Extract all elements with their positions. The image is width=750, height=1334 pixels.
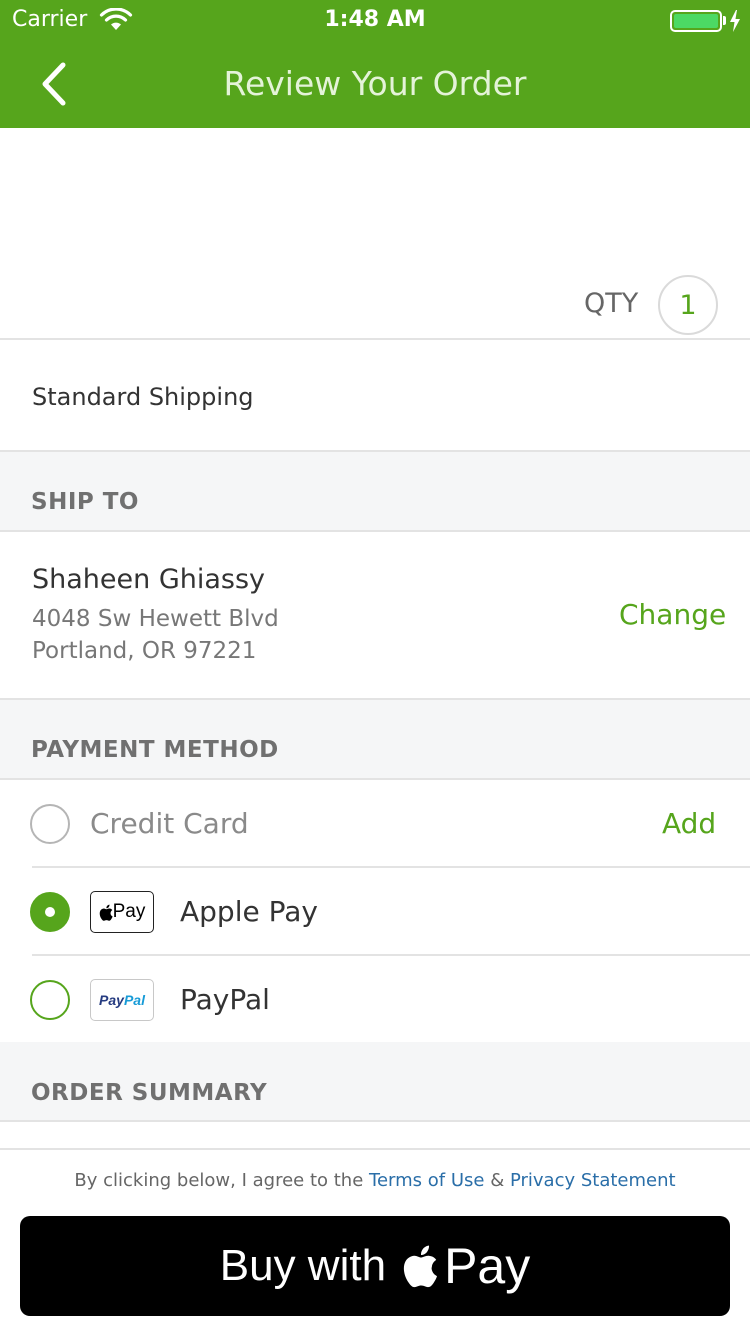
privacy-statement-link[interactable]: Privacy Statement [510, 1170, 676, 1191]
payment-method-header: PAYMENT METHOD [0, 700, 750, 780]
paypal-radio[interactable] [30, 980, 70, 1020]
battery-nub [723, 16, 726, 25]
address-line-2: Portland, OR 97221 [32, 638, 257, 664]
paypal-logo-text: PayPal [99, 992, 145, 1008]
paypal-logo: PayPal [90, 979, 154, 1021]
checkout-footer: By clicking below, I agree to the Terms … [0, 1148, 750, 1334]
apple-pay-logo-text: Pay [112, 901, 146, 922]
qty-value: 1 [679, 289, 697, 321]
address-line-1: 4048 Sw Hewett Blvd [32, 606, 279, 632]
nav-bar: Review Your Order [0, 40, 750, 128]
payment-option-paypal[interactable]: PayPal PayPal [0, 956, 750, 1044]
apple-pay-label: Apple Pay [180, 895, 318, 928]
payment-method-title: PAYMENT METHOD [31, 737, 279, 763]
buy-pay-label: Pay [444, 1238, 531, 1294]
shipping-method-row[interactable]: Standard Shipping [0, 340, 750, 452]
header-bar: Carrier 1:48 AM Review Your Order [0, 0, 750, 128]
ship-to-title: SHIP TO [31, 489, 139, 515]
apple-logo-icon [99, 904, 113, 921]
qty-selector[interactable]: 1 [658, 275, 718, 335]
status-bar: Carrier 1:48 AM [0, 0, 750, 40]
qty-label: QTY [584, 288, 639, 319]
apple-logo-icon [403, 1245, 438, 1288]
credit-card-label: Credit Card [90, 807, 249, 840]
add-credit-card-button[interactable]: Add [662, 807, 716, 840]
page-title: Review Your Order [223, 64, 527, 103]
paypal-label: PayPal [180, 983, 270, 1016]
terms-of-use-link[interactable]: Terms of Use [369, 1170, 484, 1191]
recipient-name: Shaheen Ghiassy [32, 564, 266, 595]
paypal-logo-part1: Pay [99, 992, 124, 1008]
buy-with-apple-pay-button[interactable]: Buy with Pay [20, 1216, 730, 1316]
charging-bolt-icon [730, 10, 740, 32]
payment-option-credit-card[interactable]: Credit Card Add [0, 780, 750, 868]
shipping-method-label: Standard Shipping [32, 383, 254, 411]
paypal-logo-part2: Pal [123, 992, 145, 1008]
ship-to-header: SHIP TO [0, 452, 750, 532]
battery-icon [670, 10, 722, 32]
agreement-prefix: By clicking below, I agree to the [74, 1170, 364, 1191]
buy-with-label: Buy with [219, 1241, 387, 1290]
apple-pay-logo: Pay [90, 891, 154, 933]
payment-option-apple-pay[interactable]: Pay Apple Pay [0, 868, 750, 956]
order-summary-title: ORDER SUMMARY [31, 1080, 268, 1106]
product-area: QTY 1 [0, 128, 750, 340]
ship-to-address: Shaheen Ghiassy 4048 Sw Hewett Blvd Port… [0, 532, 750, 700]
agreement-amp: & [490, 1170, 505, 1191]
agreement-text: By clicking below, I agree to the Terms … [0, 1170, 750, 1191]
battery-level-fill [674, 14, 718, 28]
credit-card-radio[interactable] [30, 804, 70, 844]
order-summary-header: ORDER SUMMARY [0, 1042, 750, 1122]
apple-pay-radio[interactable] [30, 892, 70, 932]
change-address-button[interactable]: Change [619, 598, 726, 631]
status-time: 1:48 AM [324, 7, 426, 32]
